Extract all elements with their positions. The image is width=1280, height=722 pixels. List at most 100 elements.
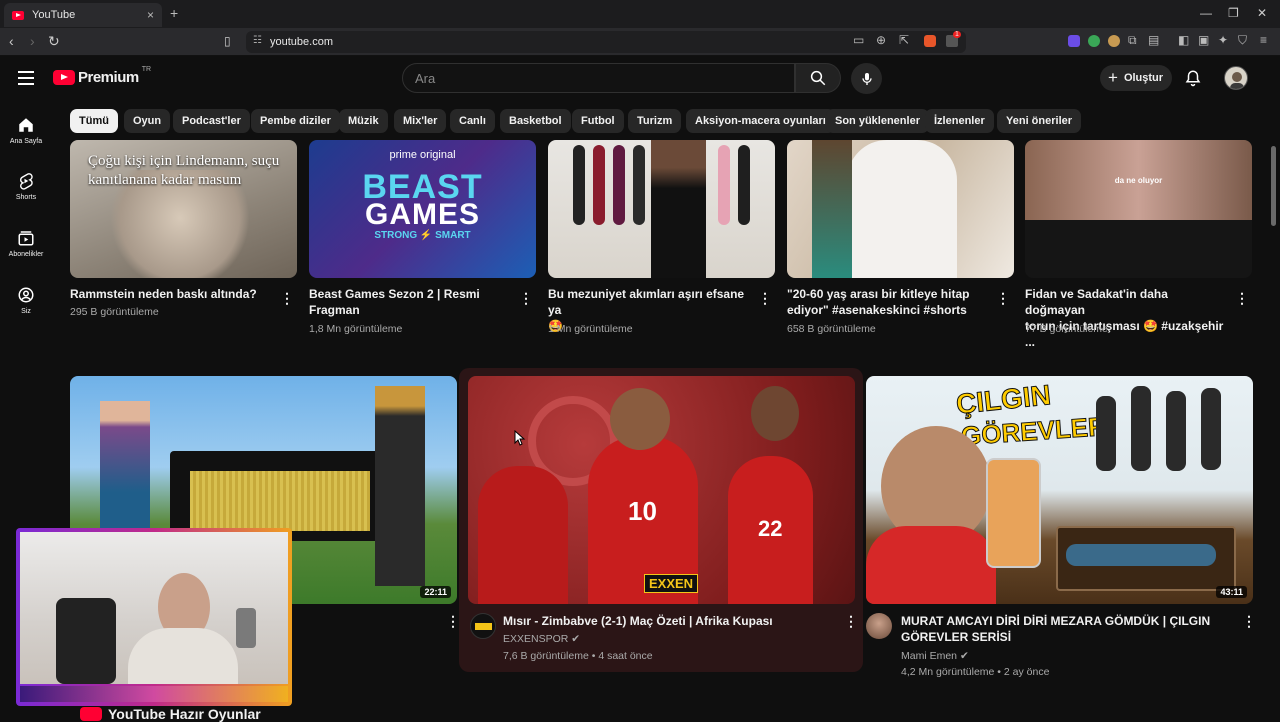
channel-avatar[interactable] bbox=[470, 613, 496, 639]
brand-watermark: EXXEN bbox=[644, 574, 699, 593]
rail-item-subscriptions[interactable]: Abonelikler bbox=[0, 229, 52, 258]
filter-chip[interactable]: Yeni öneriler bbox=[997, 109, 1082, 133]
scrollbar-thumb[interactable] bbox=[1271, 146, 1276, 226]
filter-chip[interactable]: Tümü bbox=[70, 109, 118, 133]
reload-icon[interactable]: ↻ bbox=[48, 33, 60, 50]
video-meta: 7,6 B görüntüleme • 4 saat önce bbox=[503, 650, 653, 662]
video-thumbnail[interactable] bbox=[548, 140, 775, 278]
menu-icon[interactable]: ≡ bbox=[1260, 33, 1267, 47]
cast-icon[interactable]: ▭ bbox=[853, 33, 864, 47]
webcam-overlay bbox=[16, 528, 292, 706]
youtube-logo[interactable]: Premium TR bbox=[53, 66, 151, 86]
filter-chip[interactable]: Mix'ler bbox=[394, 109, 447, 133]
forward-icon[interactable]: › bbox=[30, 33, 35, 49]
tab-close-icon[interactable]: × bbox=[147, 8, 154, 22]
new-tab-button[interactable]: + bbox=[170, 5, 178, 21]
filter-chip[interactable]: Son yüklenenler bbox=[826, 109, 929, 133]
sidebar-icon[interactable]: ◧ bbox=[1178, 33, 1189, 47]
video-meta: 4,2 Mn görüntüleme • 2 ay önce bbox=[901, 666, 1050, 678]
filter-chip[interactable]: Futbol bbox=[572, 109, 624, 133]
zoom-icon[interactable]: ⊕ bbox=[876, 33, 886, 47]
rail-item-home[interactable]: Ana Sayfa bbox=[0, 116, 52, 145]
bookmark-icon[interactable]: ▯ bbox=[224, 34, 231, 48]
rail-item-you[interactable]: Siz bbox=[0, 286, 52, 315]
site-settings-icon[interactable]: ☷ bbox=[253, 35, 262, 46]
video-title[interactable]: "20-60 yaş arası bir kitleye hitap ediyor… bbox=[787, 286, 992, 318]
more-options-icon[interactable]: ⋮ bbox=[280, 290, 294, 307]
video-thumbnail[interactable] bbox=[787, 140, 1014, 278]
share-icon[interactable]: ⇱ bbox=[899, 33, 909, 47]
jersey-number: 22 bbox=[758, 516, 783, 541]
create-label: Oluştur bbox=[1123, 72, 1164, 84]
video-thumbnail[interactable]: Çoğu kişi için Lindemann, suçu kanıtlana… bbox=[70, 140, 297, 278]
youtube-playables-icon bbox=[80, 707, 102, 721]
filter-chip[interactable]: Podcast'ler bbox=[173, 109, 250, 133]
maximize-icon[interactable]: ❐ bbox=[1228, 6, 1239, 20]
hamburger-menu-icon[interactable] bbox=[18, 71, 34, 85]
you-icon bbox=[18, 287, 34, 303]
more-options-icon[interactable]: ⋮ bbox=[1235, 290, 1249, 307]
minimize-icon[interactable]: — bbox=[1200, 6, 1212, 20]
leo-icon[interactable]: ✦ bbox=[1218, 33, 1228, 47]
video-thumbnail[interactable]: 10 22 EXXEN bbox=[468, 376, 855, 604]
window-close-icon[interactable]: ✕ bbox=[1257, 6, 1267, 20]
more-options-icon[interactable]: ⋮ bbox=[446, 613, 460, 630]
filter-chip[interactable]: Oyun bbox=[124, 109, 171, 133]
channel-name[interactable]: EXXENSPOR ✔ bbox=[503, 631, 580, 647]
wallet-icon[interactable]: ▣ bbox=[1198, 33, 1209, 47]
more-options-icon[interactable]: ⋮ bbox=[519, 290, 533, 307]
search-input[interactable]: Ara bbox=[402, 63, 795, 93]
video-title[interactable]: Fidan ve Sadakat'in daha doğmayan torun i… bbox=[1025, 286, 1230, 350]
reading-list-icon[interactable]: ▤ bbox=[1148, 33, 1159, 47]
puzzle-icon[interactable]: ⧉ bbox=[1128, 33, 1137, 48]
more-options-icon[interactable]: ⋮ bbox=[996, 290, 1010, 307]
more-options-icon[interactable]: ⋮ bbox=[844, 613, 858, 630]
verified-icon: ✔ bbox=[959, 650, 969, 662]
browser-tab[interactable]: YouTube × bbox=[4, 3, 162, 27]
filter-chip[interactable]: Turizm bbox=[628, 109, 682, 133]
bell-icon bbox=[1185, 70, 1201, 87]
search-icon bbox=[810, 70, 826, 86]
thumbnail-overlay-text: ÇILGIN bbox=[954, 379, 1053, 421]
filter-chip[interactable]: Müzik bbox=[339, 109, 388, 133]
thumbnail-overlay-text: prime original bbox=[389, 149, 456, 161]
channel-name[interactable]: Mami Emen ✔ bbox=[901, 648, 969, 664]
more-options-icon[interactable]: ⋮ bbox=[1242, 613, 1256, 630]
video-title[interactable]: Beast Games Sezon 2 | Resmi Fragman bbox=[309, 286, 509, 318]
mouse-cursor-icon bbox=[514, 430, 526, 446]
back-icon[interactable]: ‹ bbox=[9, 33, 14, 49]
extension-icon[interactable] bbox=[1068, 35, 1080, 47]
thumbnail-overlay-text: da ne oluyor bbox=[1114, 176, 1163, 185]
shorts-icon bbox=[20, 173, 33, 190]
subscriptions-icon bbox=[18, 231, 34, 246]
video-meta: 1 Mn görüntüleme bbox=[548, 323, 633, 335]
youtube-play-icon bbox=[53, 70, 75, 85]
create-button[interactable]: + Oluştur bbox=[1100, 65, 1172, 91]
video-thumbnail[interactable]: prime original BEAST GAMES STRONG ⚡ SMAR… bbox=[309, 140, 536, 278]
filter-chip[interactable]: Basketbol bbox=[500, 109, 571, 133]
thumbnail-overlay-text: Çoğu kişi için Lindemann, suçu kanıtlana… bbox=[88, 153, 280, 188]
voice-search-button[interactable] bbox=[851, 63, 882, 94]
youtube-favicon-icon bbox=[12, 10, 24, 20]
notifications-button[interactable] bbox=[1184, 68, 1202, 93]
account-avatar[interactable] bbox=[1224, 66, 1248, 90]
filter-chip[interactable]: İzlenenler bbox=[925, 109, 994, 133]
rail-item-shorts[interactable]: Shorts bbox=[0, 172, 52, 201]
logo-word: Premium bbox=[78, 69, 139, 86]
extension-icon[interactable] bbox=[1088, 35, 1100, 47]
video-thumbnail[interactable]: ÇILGIN GÖREVLER 43:11 bbox=[866, 376, 1253, 604]
extension-icon[interactable] bbox=[1108, 35, 1120, 47]
browser-tab-bar: YouTube × + — ❐ ✕ bbox=[0, 0, 1280, 28]
filter-chip[interactable]: Pembe diziler bbox=[251, 109, 340, 133]
video-title[interactable]: Mısır - Zimbabve (2-1) Maç Özeti | Afrik… bbox=[503, 613, 833, 629]
filter-chip[interactable]: Aksiyon-macera oyunları bbox=[686, 109, 835, 133]
video-thumbnail[interactable]: da ne oluyor bbox=[1025, 140, 1252, 278]
filter-chip[interactable]: Canlı bbox=[450, 109, 495, 133]
vpn-icon[interactable]: ⛉ bbox=[1238, 33, 1247, 48]
more-options-icon[interactable]: ⋮ bbox=[758, 290, 772, 307]
channel-avatar[interactable] bbox=[866, 613, 892, 639]
video-title[interactable]: MURAT AMCAYI DİRİ DİRİ MEZARA GÖMDÜK | Ç… bbox=[901, 613, 1231, 645]
brave-shield-icon[interactable] bbox=[924, 35, 936, 47]
video-title[interactable]: Rammstein neden baskı altında? bbox=[70, 286, 270, 302]
search-button[interactable] bbox=[795, 63, 841, 93]
